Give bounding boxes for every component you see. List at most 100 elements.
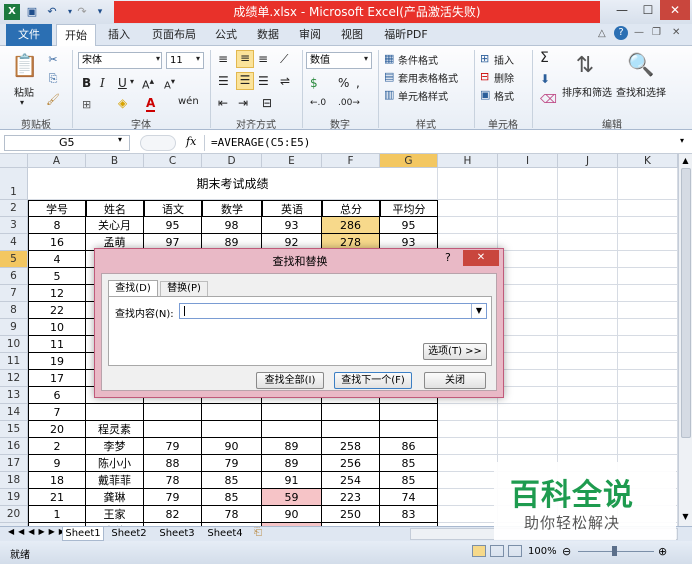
tab-data[interactable]: 数据 <box>252 24 284 46</box>
font-name-dropdown-icon[interactable]: ▾ <box>156 54 160 63</box>
cell[interactable] <box>498 438 558 455</box>
conditional-format-icon[interactable]: ▦ <box>384 52 394 65</box>
data-cell[interactable]: 陈小小 <box>86 455 144 472</box>
data-cell[interactable]: 程灵素 <box>86 421 144 438</box>
sheet-nav-icons[interactable]: ◀◀◀▶▶▶ <box>8 527 69 536</box>
data-cell[interactable] <box>144 404 202 421</box>
paste-dropdown-icon[interactable]: ▾ <box>20 98 24 107</box>
insert-cells-icon[interactable]: ⊞ <box>480 52 489 65</box>
row-header[interactable]: 20 <box>0 506 28 523</box>
scroll-up-icon[interactable]: ▲ <box>680 156 691 166</box>
decrease-indent-icon[interactable]: ⇤ <box>218 96 228 110</box>
autosum-button[interactable]: Σ <box>540 50 549 66</box>
page-layout-view-icon[interactable] <box>490 545 504 557</box>
delete-cells-button[interactable]: 删除 <box>494 70 514 85</box>
copy-icon[interactable]: ⎘ <box>46 72 60 86</box>
cell[interactable] <box>498 268 558 285</box>
redo-icon[interactable]: ↷ <box>74 4 90 20</box>
help-icon[interactable]: ? <box>614 26 628 40</box>
sheet-tab-1[interactable]: Sheet1 <box>62 527 104 541</box>
cell[interactable] <box>438 438 498 455</box>
column-header[interactable]: G <box>380 154 438 168</box>
name-box-dropdown-icon[interactable]: ▾ <box>118 135 122 144</box>
align-right-icon[interactable]: ☰ <box>258 74 269 88</box>
data-cell[interactable]: 86 <box>380 438 438 455</box>
data-cell[interactable]: 74 <box>380 489 438 506</box>
data-cell[interactable]: 91 <box>262 472 322 489</box>
align-left-icon[interactable]: ☰ <box>218 74 229 88</box>
insert-sheet-icon[interactable]: ⎗ <box>254 527 262 538</box>
data-cell[interactable]: 79 <box>144 489 202 506</box>
delete-cells-icon[interactable]: ⊟ <box>480 70 489 83</box>
orientation-icon[interactable]: ⟋ <box>280 52 288 67</box>
cell[interactable] <box>618 217 678 234</box>
data-cell[interactable]: 12 <box>28 285 86 302</box>
cell[interactable] <box>618 285 678 302</box>
column-header[interactable]: E <box>262 154 322 168</box>
data-cell[interactable]: 16 <box>28 234 86 251</box>
cell[interactable] <box>618 387 678 404</box>
cell[interactable] <box>618 438 678 455</box>
column-label-cell[interactable]: 英语 <box>262 200 322 217</box>
tab-foxit-pdf[interactable]: 福昕PDF <box>378 24 434 46</box>
find-select-icon[interactable]: 🔍 <box>626 50 656 80</box>
cell[interactable] <box>558 285 618 302</box>
table-format-button[interactable]: 套用表格格式 <box>398 70 458 85</box>
data-cell[interactable]: 关心月 <box>86 217 144 234</box>
column-header[interactable]: B <box>86 154 144 168</box>
sheet-tab-2[interactable]: Sheet2 <box>108 527 150 541</box>
save-icon[interactable]: ▣ <box>24 4 40 20</box>
cell[interactable] <box>438 489 498 506</box>
data-cell[interactable]: 79 <box>202 455 262 472</box>
data-cell[interactable]: 9 <box>28 455 86 472</box>
cell[interactable] <box>618 370 678 387</box>
cell[interactable] <box>438 404 498 421</box>
data-cell[interactable]: 88 <box>144 455 202 472</box>
normal-view-icon[interactable] <box>472 545 486 557</box>
data-cell[interactable]: 10 <box>28 319 86 336</box>
data-cell[interactable]: 21 <box>28 489 86 506</box>
cell[interactable] <box>498 234 558 251</box>
cell[interactable] <box>498 370 558 387</box>
select-all-corner[interactable] <box>0 154 28 168</box>
cell[interactable] <box>558 302 618 319</box>
data-cell[interactable] <box>380 421 438 438</box>
fill-icon[interactable]: ⬇ <box>540 72 550 86</box>
column-header[interactable]: F <box>322 154 380 168</box>
vertical-scrollbar[interactable]: ▲ ▼ <box>678 154 692 526</box>
cell[interactable] <box>558 370 618 387</box>
cell[interactable] <box>498 319 558 336</box>
cell[interactable] <box>438 168 498 200</box>
cell[interactable] <box>438 217 498 234</box>
data-cell[interactable]: 17 <box>28 370 86 387</box>
column-header[interactable]: I <box>498 154 558 168</box>
find-all-button[interactable]: 查找全部(I) <box>256 372 324 389</box>
insert-cells-button[interactable]: 插入 <box>494 52 514 67</box>
insert-function-button[interactable]: fx <box>186 135 196 148</box>
increase-indent-icon[interactable]: ⇥ <box>238 96 248 110</box>
row-header[interactable]: 1 <box>0 168 28 200</box>
increase-decimal-icon[interactable]: ←.0 <box>310 98 326 108</box>
ribbon-close-icon[interactable]: ✕ <box>672 27 680 38</box>
format-cells-icon[interactable]: ▣ <box>480 88 490 101</box>
data-cell[interactable]: 254 <box>322 472 380 489</box>
data-cell[interactable]: 王家 <box>86 506 144 523</box>
clear-icon[interactable]: ⌫ <box>540 92 557 106</box>
sort-filter-button[interactable]: 排序和筛选 <box>562 84 612 99</box>
grow-font-icon[interactable]: A▴ <box>142 76 154 92</box>
data-cell[interactable]: 89 <box>262 438 322 455</box>
data-cell[interactable]: 85 <box>202 489 262 506</box>
sort-filter-icon[interactable]: ⇅ <box>570 50 600 80</box>
ribbon-minimize-icon[interactable]: — <box>634 27 644 38</box>
cell[interactable] <box>618 336 678 353</box>
row-header[interactable]: 5 <box>0 251 28 268</box>
data-cell[interactable]: 22 <box>28 302 86 319</box>
bold-button[interactable]: B <box>82 76 91 90</box>
data-cell[interactable] <box>262 421 322 438</box>
undo-icon[interactable]: ↶ <box>44 4 60 20</box>
italic-button[interactable]: I <box>100 76 105 90</box>
zoom-out-icon[interactable]: ⊖ <box>562 545 571 558</box>
row-header[interactable]: 8 <box>0 302 28 319</box>
row-header[interactable]: 18 <box>0 472 28 489</box>
data-cell[interactable] <box>144 421 202 438</box>
